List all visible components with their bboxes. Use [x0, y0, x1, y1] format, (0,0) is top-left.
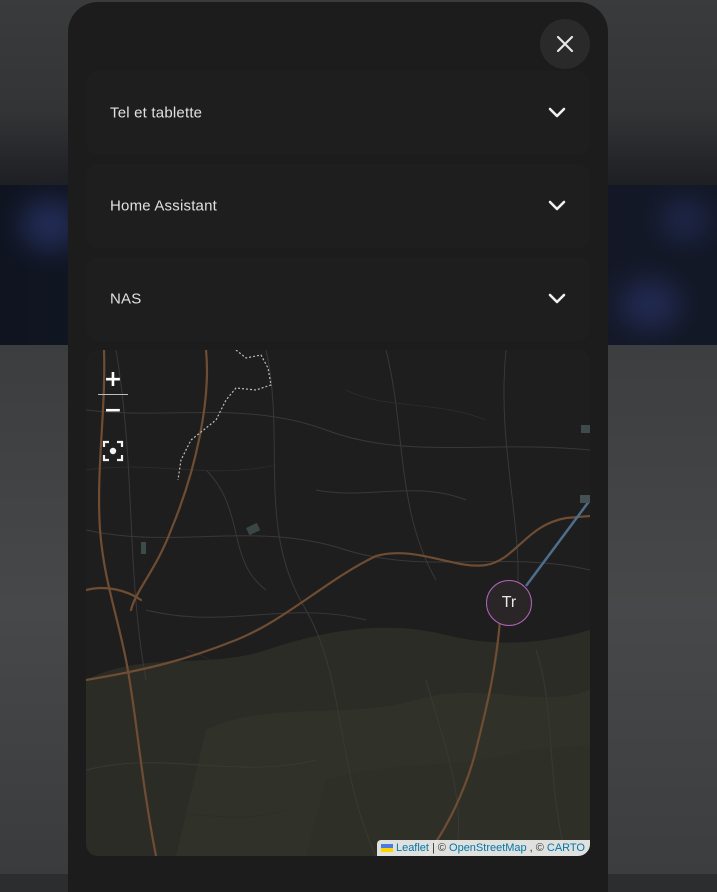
background-left	[0, 345, 68, 874]
locate-button[interactable]	[100, 438, 126, 464]
panel-label: Tel et tablette	[110, 104, 203, 122]
chevron-down-icon	[548, 293, 566, 304]
more-info-dialog: Tel et tablette Home Assistant NAS + − T…	[68, 2, 608, 892]
zoom-out-button[interactable]: −	[98, 395, 128, 425]
zoom-control: + −	[98, 364, 128, 425]
locate-icon	[102, 440, 124, 462]
close-icon	[556, 35, 574, 53]
background-glow	[620, 280, 680, 330]
expansion-panel-tel-et-tablette[interactable]: Tel et tablette	[86, 71, 590, 155]
device-tracker-marker[interactable]: Tr	[486, 580, 532, 626]
background-right	[608, 345, 717, 874]
carto-link[interactable]: CARTO	[547, 842, 585, 854]
attribution-separator: , ©	[529, 842, 544, 854]
chevron-down-icon	[548, 200, 566, 211]
background-glow	[660, 200, 710, 240]
attribution-separator: | ©	[431, 842, 447, 854]
map-attribution: Leaflet | © OpenStreetMap , © CARTO	[376, 840, 590, 856]
panel-label: NAS	[110, 290, 142, 308]
expansion-panel-nas[interactable]: NAS	[86, 257, 590, 341]
map[interactable]: + − Tr Leaflet | © OpenStreetMap , © CAR…	[86, 350, 590, 856]
zoom-in-button[interactable]: +	[98, 364, 128, 394]
chevron-down-icon	[548, 107, 566, 118]
openstreetmap-link[interactable]: OpenStreetMap	[449, 842, 527, 854]
close-button[interactable]	[540, 19, 590, 69]
panel-label: Home Assistant	[110, 197, 218, 215]
leaflet-link[interactable]: Leaflet	[396, 842, 429, 854]
expansion-panel-home-assistant[interactable]: Home Assistant	[86, 164, 590, 248]
ukraine-flag-icon	[380, 844, 393, 852]
